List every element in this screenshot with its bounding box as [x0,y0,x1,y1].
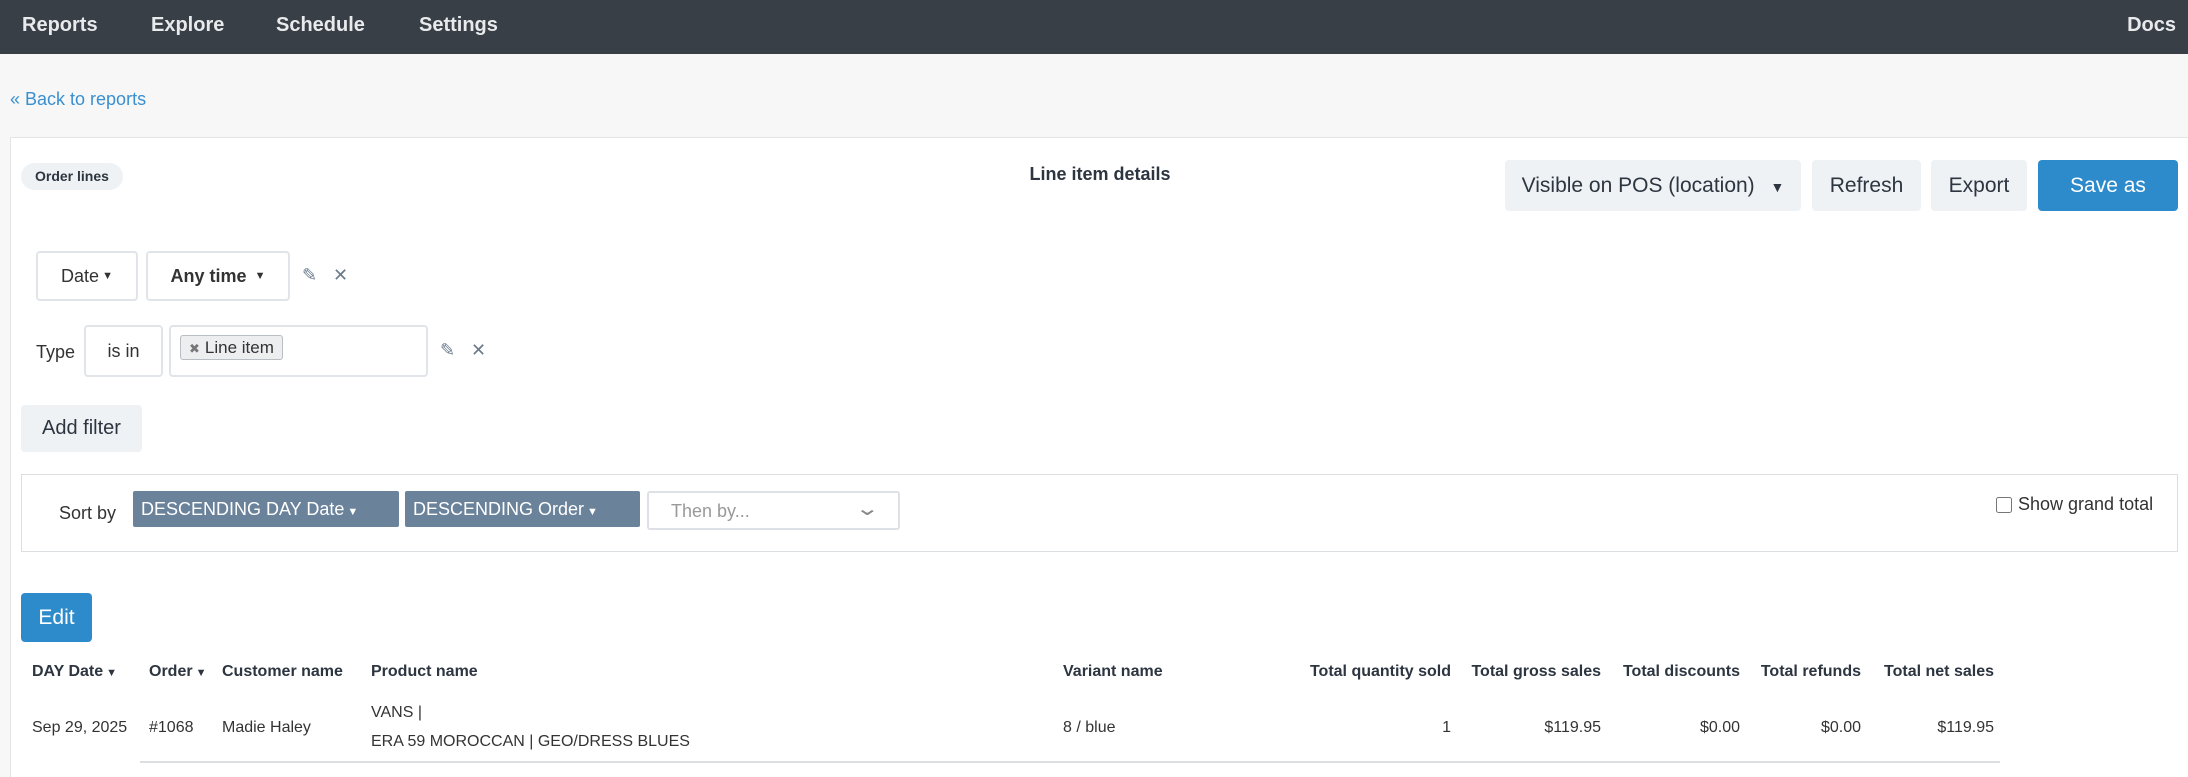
then-by-placeholder: Then by... [671,501,750,521]
sort-chip-label: DESCENDING DAY Date [141,499,345,519]
date-field-select[interactable]: Date ▼ [36,251,138,301]
column-header-product[interactable]: Product name [371,663,478,681]
caret-down-icon: ▼ [587,506,598,518]
cell-net: $119.95 [1937,719,1994,736]
caret-down-icon: ▼ [195,667,207,679]
caret-down-icon: ▼ [347,506,359,518]
cell-order: #1068 [149,719,194,736]
cell-product-line2: ERA 59 MOROCCAN | GEO/DRESS BLUES [371,733,690,750]
cell-customer: Madie Haley [222,719,311,736]
row-divider [140,761,2000,763]
sort-chip-day-date[interactable]: DESCENDING DAY Date ▼ [133,491,399,527]
save-as-button[interactable]: Save as [2038,160,2178,211]
cell-date: Sep 29, 2025 [32,719,128,736]
sort-chip-order[interactable]: DESCENDING Order ▼ [405,491,640,527]
nav-explore[interactable]: Explore [151,14,224,37]
date-range-select[interactable]: Any time ▼ [146,251,290,301]
chip-label: Line item [204,338,274,357]
cell-product-line1: VANS | [371,704,422,721]
show-grand-total-toggle[interactable]: Show grand total [1996,494,2153,515]
type-value-chip: ✖ Line item [180,335,283,360]
caret-down-icon: ▼ [254,270,266,282]
show-grand-total-label: Show grand total [2018,494,2154,514]
column-header-order[interactable]: Order ▼ [149,663,206,681]
cell-gross: $119.95 [1544,719,1601,736]
show-grand-total-checkbox[interactable] [1996,496,2012,513]
report-panel [10,137,2188,777]
column-header-gross[interactable]: Total gross sales [1471,663,1601,681]
pencil-icon[interactable]: ✎ [440,340,455,361]
caret-down-icon: ▼ [102,270,113,282]
column-label: Order [149,663,193,680]
cell-refunds: $0.00 [1820,719,1861,736]
then-by-select[interactable]: Then by... ⌄ [647,491,900,530]
add-filter-button[interactable]: Add filter [21,405,142,452]
nav-schedule[interactable]: Schedule [276,14,365,37]
nav-docs[interactable]: Docs [2127,14,2176,37]
page-title: Line item details [1029,164,1171,184]
sort-by-label: Sort by [59,503,117,523]
close-icon[interactable]: ✕ [333,265,348,286]
top-nav: Reports Explore Schedule Settings Docs [0,0,2188,54]
type-operator-select[interactable]: is in [84,325,163,377]
type-filter-label: Type [36,342,76,362]
pencil-icon[interactable]: ✎ [302,265,317,286]
date-range-label: Any time [170,265,247,286]
report-type-pill: Order lines [21,163,123,190]
column-label: DAY Date [32,663,104,680]
nav-settings[interactable]: Settings [419,14,498,37]
column-header-customer[interactable]: Customer name [222,663,343,681]
edit-button[interactable]: Edit [21,593,92,642]
column-header-net[interactable]: Total net sales [1884,663,1994,681]
cell-discounts: $0.00 [1699,719,1740,736]
nav-reports[interactable]: Reports [22,14,98,37]
sort-chip-label: DESCENDING Order [413,499,585,519]
date-field-label: Date [61,265,100,286]
cell-quantity: 1 [1442,719,1451,736]
column-header-refunds[interactable]: Total refunds [1761,663,1861,681]
location-select[interactable]: Visible on POS (location) ▼ [1505,160,1801,211]
caret-down-icon: ▼ [1770,179,1785,195]
close-icon[interactable]: ✕ [471,340,486,361]
cell-variant: 8 / blue [1063,719,1116,736]
refresh-button[interactable]: Refresh [1812,160,1921,211]
column-header-discounts[interactable]: Total discounts [1623,663,1740,681]
back-to-reports-link[interactable]: « Back to reports [10,89,146,110]
caret-down-icon: ▼ [106,667,118,679]
column-header-quantity[interactable]: Total quantity sold [1310,663,1451,681]
location-select-label: Visible on POS (location) [1521,174,1755,197]
column-header-day-date[interactable]: DAY Date ▼ [32,663,117,681]
column-header-variant[interactable]: Variant name [1063,663,1163,681]
chevron-down-icon: ⌄ [855,498,881,520]
export-button[interactable]: Export [1931,160,2027,211]
remove-chip-icon[interactable]: ✖ [189,341,200,356]
